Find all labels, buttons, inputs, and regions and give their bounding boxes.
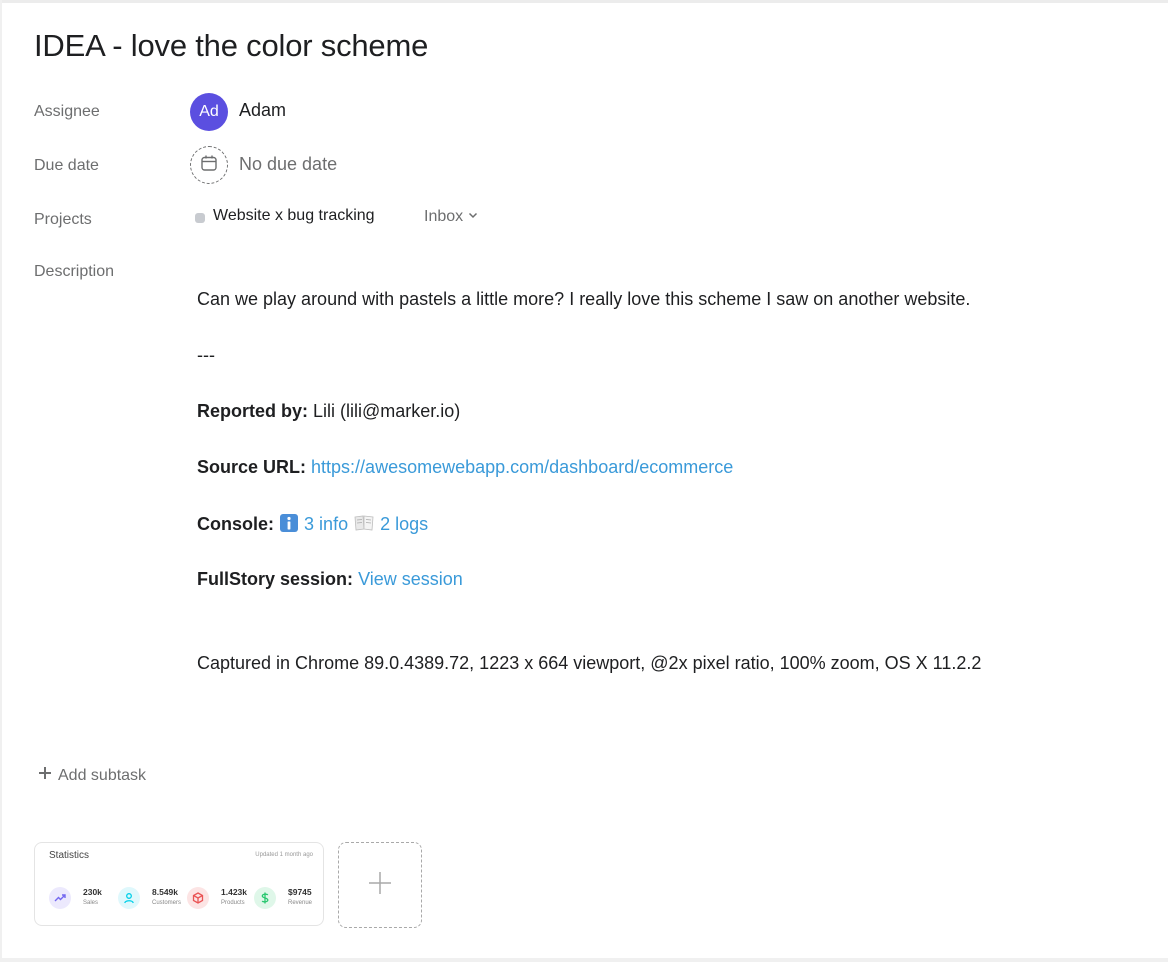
view-session-link[interactable]: View session [358,569,463,589]
assignee-name[interactable]: Adam [239,100,286,121]
stat-value: 1.423k [221,887,247,897]
capture-info: Captured in Chrome 89.0.4389.72, 1223 x … [197,653,982,673]
logs-icon [353,513,375,538]
thumbnail-updated: Updated 1 month ago [255,852,313,858]
left-border [0,0,2,962]
source-url-link[interactable]: https://awesomewebapp.com/dashboard/ecom… [311,457,733,477]
console-logs-link[interactable]: 2 logs [380,514,428,534]
stat-value: 8.549k [152,887,178,897]
fullstory-line: FullStory session: View session [197,569,463,590]
source-url-line: Source URL: https://awesomewebapp.com/da… [197,457,733,478]
trending-up-icon [49,887,71,909]
plus-icon [38,766,52,785]
reported-by-line: Reported by: Lili (lili@marker.io) [197,401,460,422]
dollar-icon [254,887,276,909]
due-date-button[interactable] [190,146,228,184]
due-date-value[interactable]: No due date [239,154,337,175]
box-icon [187,887,209,909]
stat-label: Customers [152,900,182,906]
fullstory-label: FullStory session: [197,569,354,589]
projects-label: Projects [34,211,92,228]
add-subtask-button[interactable]: Add subtask [38,766,146,785]
add-subtask-label: Add subtask [58,766,147,784]
add-attachment-button[interactable] [338,842,422,928]
bottom-border [0,958,1168,962]
user-icon [118,887,140,909]
console-info-link[interactable]: 3 info [304,514,348,534]
source-url-label: Source URL: [197,457,307,477]
section-dropdown[interactable]: Inbox [424,208,479,226]
stat-label: Products [221,900,245,906]
chevron-down-icon [467,208,479,226]
thumbnail-title: Statistics [49,850,90,861]
task-title[interactable]: IDEA - love the color scheme [34,28,428,64]
calendar-icon [200,154,218,177]
top-border [0,0,1168,3]
reported-by-label: Reported by: [197,401,309,421]
reported-by-value: Lili (lili@marker.io) [308,401,461,421]
assignee-avatar[interactable]: Ad [190,93,228,131]
stat-label: Revenue [288,900,313,906]
due-date-label: Due date [34,157,99,174]
project-color-dot [195,213,205,223]
console-label: Console: [197,514,275,534]
description-intro: Can we play around with pastels a little… [197,289,971,309]
info-icon [279,513,299,538]
plus-icon [368,871,392,900]
stat-value: 230k [83,887,102,897]
description-separator: --- [197,345,215,365]
stat-value: $9745 [288,887,312,897]
stat-label: Sales [83,900,99,906]
attachment-thumbnail[interactable]: Statistics Updated 1 month ago 230k Sale… [34,842,324,926]
section-label: Inbox [424,208,464,225]
console-line: Console: 3 info 2 logs [197,513,428,538]
assignee-label: Assignee [34,103,100,120]
project-name[interactable]: Website x bug tracking [213,207,375,225]
description-label: Description [34,263,115,280]
